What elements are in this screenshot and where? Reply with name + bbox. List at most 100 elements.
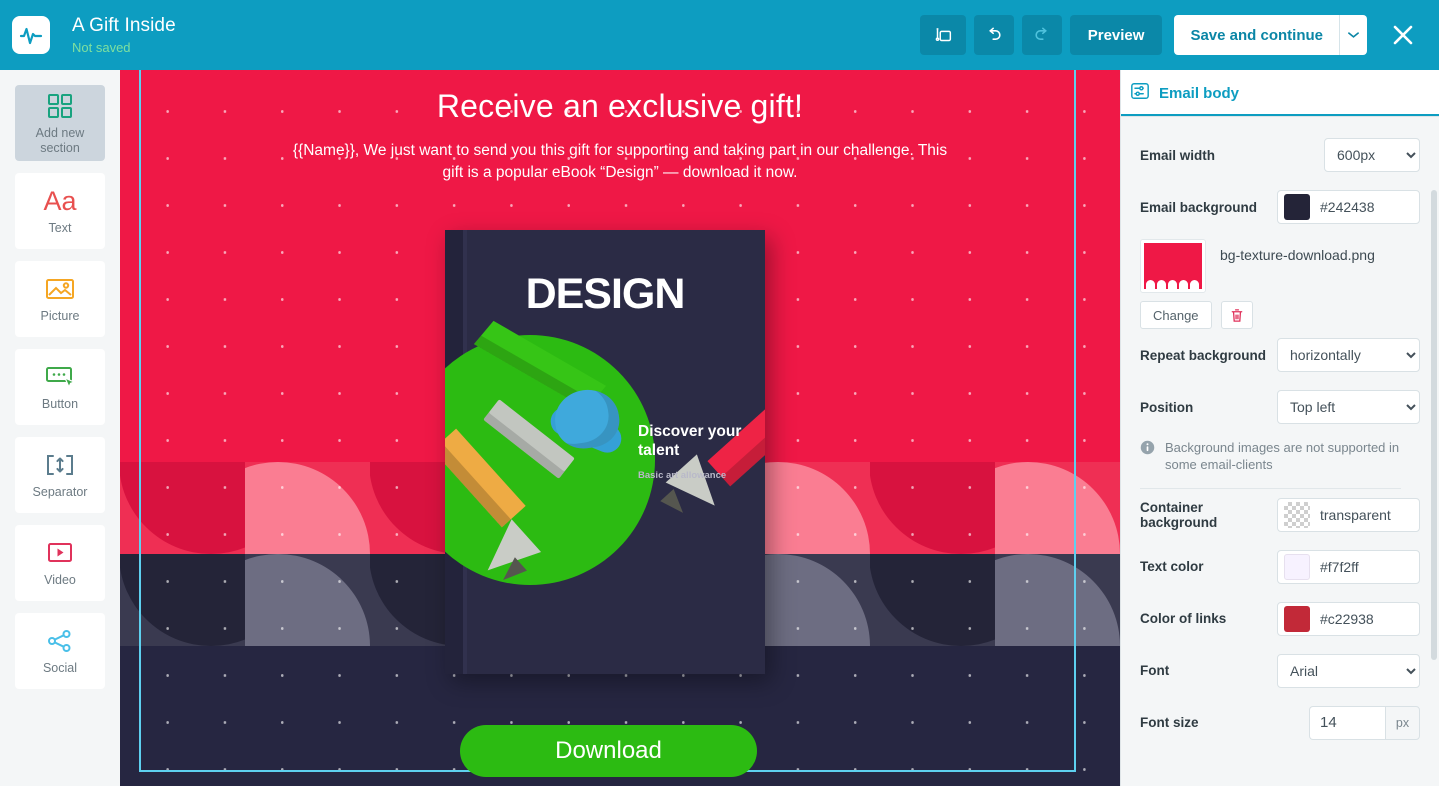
sidebar-item-social[interactable]: Social [15,613,105,689]
container-background-swatch[interactable] [1284,501,1310,528]
sidebar-item-add-new-section[interactable]: Add new section [15,85,105,161]
row-text-color: Text color #f7f2ff [1121,541,1420,593]
texture-cell [870,554,995,646]
sidebar-item-label: Separator [32,485,88,500]
sidebar-item-video[interactable]: Video [15,525,105,601]
save-status: Not saved [72,40,131,55]
position-label: Position [1140,399,1194,415]
tab-label: Email body [1159,84,1240,102]
document-meta: A Gift Inside Not saved [72,15,176,55]
tools-sidebar: Add new section Aa Text Picture Button S… [0,70,120,786]
sidebar-item-label: Add new section [35,126,85,155]
texture-cell [245,462,370,554]
email-heading[interactable]: Receive an exclusive gift! [120,88,1120,125]
page-title: A Gift Inside [72,15,176,36]
sidebar-item-label: Video [44,573,76,588]
trash-icon[interactable] [1220,301,1253,329]
text-color-label: Text color [1140,559,1204,575]
info-icon [1140,439,1155,460]
row-email-background: Email background #242438 [1121,181,1420,233]
texture-arc [120,462,245,554]
header-actions: Preview Save and continue [919,15,1439,55]
email-background-label: Email background [1140,199,1258,215]
save-and-continue-button[interactable]: Save and continue [1174,15,1339,55]
background-image-thumbnail[interactable] [1140,239,1206,293]
background-hint: Background images are not supported in s… [1121,433,1420,488]
texture-cell [870,462,995,554]
color-of-links-field[interactable]: #c22938 [1277,601,1420,636]
texture-arc [995,462,1120,554]
chevron-down-icon[interactable] [1339,15,1367,55]
texture-arc [870,462,995,554]
settings-panel: Email body Email width 600px Email backg… [1120,70,1439,786]
row-repeat-background: Repeat background horizontally [1121,329,1420,381]
repeat-background-label: Repeat background [1140,347,1267,363]
email-background-value: #242438 [1320,199,1375,215]
email-background-color-field[interactable]: #242438 [1277,190,1420,224]
tab-email-body[interactable]: Email body [1121,70,1439,117]
book-note: Basic art allowance [638,470,727,481]
container-background-value: transparent [1320,506,1391,523]
pulse-logo-icon[interactable] [12,16,50,54]
sidebar-item-picture[interactable]: Picture [15,261,105,337]
repeat-background-select[interactable]: horizontally [1277,338,1420,372]
picture-icon [45,274,75,304]
sidebar-item-label: Text [48,221,72,236]
panel-body: Email width 600px Email background #2424… [1121,117,1439,749]
font-size-label: Font size [1140,715,1199,731]
panel-scrollbar[interactable] [1431,190,1437,660]
texture-cell [120,554,245,646]
sidebar-item-label: Button [41,397,79,412]
texture-cell [995,462,1120,554]
background-hint-text: Background images are not supported in s… [1165,440,1400,473]
color-of-links-value: #c22938 [1320,610,1374,627]
text-color-value: #f7f2ff [1320,558,1359,575]
change-image-button[interactable]: Change [1140,301,1212,329]
text-color-field[interactable]: #f7f2ff [1277,549,1420,584]
email-canvas[interactable]: Receive an exclusive gift! {{Name}}, We … [120,70,1120,786]
container-background-label: Container background [1140,499,1218,530]
preview-button[interactable]: Preview [1069,15,1163,55]
color-of-links-swatch[interactable] [1284,605,1310,632]
background-image-filename: bg-texture-download.png [1220,247,1375,263]
book-subtitle: Discover your talent [638,423,742,460]
undo-icon[interactable] [973,15,1014,55]
social-share-icon [46,626,74,656]
email-subtext[interactable]: {{Name}}, We just want to send you this … [290,140,950,185]
font-select[interactable]: Arial [1277,653,1420,688]
texture-arc [245,554,370,646]
book-title: DESIGN [525,270,686,318]
texture-cell [245,554,370,646]
email-width-label: Email width [1140,147,1216,163]
font-label: Font [1140,663,1170,679]
background-image-actions: Change [1121,293,1420,329]
texture-arc [120,554,245,646]
text-color-swatch[interactable] [1284,553,1310,580]
row-color-of-links: Color of links #c22938 [1121,593,1420,645]
sidebar-item-text[interactable]: Aa Text [15,173,105,249]
sidebar-item-separator[interactable]: Separator [15,437,105,513]
compare-versions-icon[interactable] [919,15,966,55]
font-size-control: px [1309,705,1420,740]
download-button[interactable]: Download [460,725,757,777]
font-size-unit: px [1385,705,1420,740]
background-image-row: bg-texture-download.png [1121,233,1420,293]
font-size-input[interactable] [1309,705,1385,740]
row-font-size: Font size px [1121,697,1420,749]
grid-squares-icon [47,91,73,121]
container-background-field[interactable]: transparent [1277,497,1420,532]
book-cover-image[interactable]: DESIGN Discover your talent Basic art al… [445,230,765,674]
position-select[interactable]: Top left [1277,390,1420,424]
redo-icon[interactable] [1021,15,1062,55]
row-position: Position Top left [1121,381,1420,433]
email-body-icon [1130,81,1150,106]
sidebar-item-label: Picture [40,309,80,324]
sidebar-item-button[interactable]: Button [15,349,105,425]
email-background-swatch[interactable] [1284,194,1310,220]
email-width-select[interactable]: 600px [1324,138,1420,172]
row-email-width: Email width 600px [1121,129,1420,181]
close-icon[interactable] [1383,15,1423,55]
texture-arc [995,554,1120,646]
texture-arc [870,554,995,646]
texture-arc [245,462,370,554]
